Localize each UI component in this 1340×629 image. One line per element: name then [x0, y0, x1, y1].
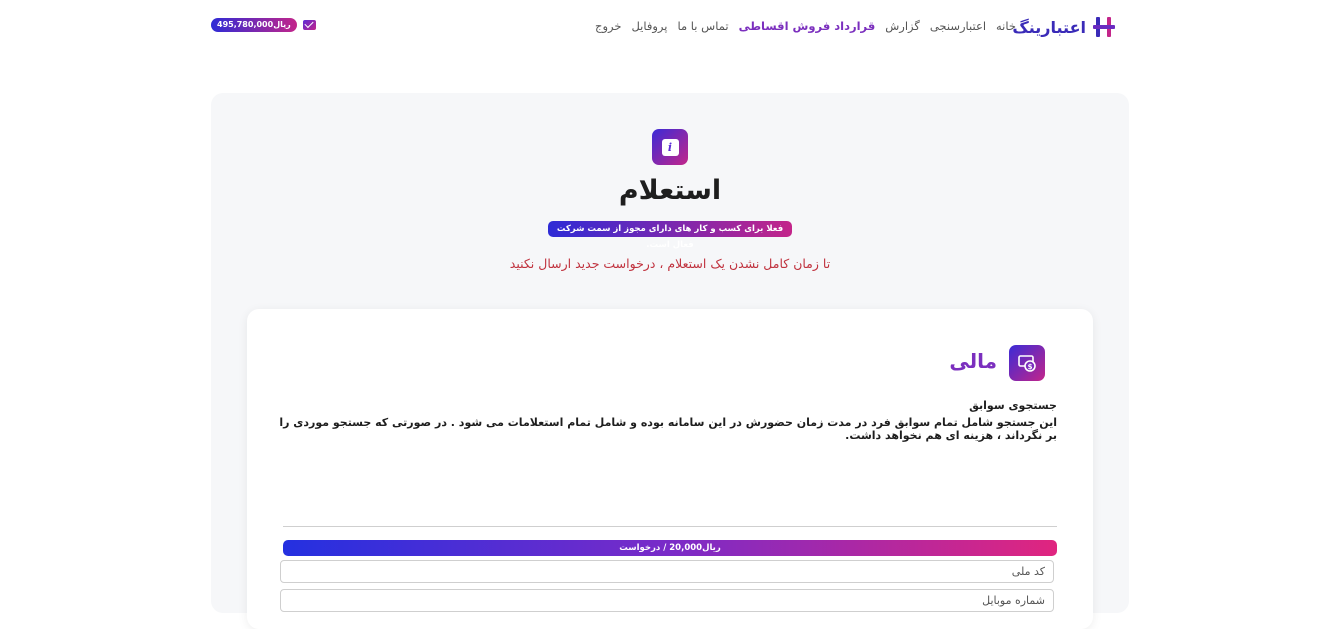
nav-item-credit-check[interactable]: اعتبارسنجی [930, 19, 986, 33]
mail-icon[interactable] [302, 20, 316, 30]
notice-badge: فعلا برای کسب و کار های دارای مجوز از سم… [548, 221, 792, 250]
info-icon: i [652, 129, 688, 165]
card-title: مالی [949, 349, 997, 373]
price-badge: ریال20,000 / درخواست [283, 540, 1057, 556]
divider [283, 526, 1057, 527]
page-title: استعلام [618, 175, 722, 206]
logo-mark-icon [1093, 17, 1115, 37]
financial-card: $ مالی جستجوی سوابق این جستجو شامل تمام … [247, 309, 1093, 629]
mobile-number-input[interactable] [280, 589, 1054, 612]
main-menu: خانه اعتبارسنجی گزارش قرارداد فروش اقساط… [595, 19, 1016, 33]
brand-logo[interactable]: اعتبارینگ [1012, 15, 1116, 39]
card-subheading: جستجوی سوابق [969, 399, 1057, 412]
wallet-balance-badge[interactable]: 495,780,000ریال [211, 18, 297, 32]
nav-item-report[interactable]: گزارش [885, 19, 920, 33]
warning-text: تا زمان کامل نشدن یک استعلام ، درخواست ج… [509, 256, 831, 271]
card-description: این جستجو شامل تمام سوابق فرد در مدت زما… [279, 416, 1057, 442]
money-icon: $ [1009, 345, 1045, 381]
top-navbar: اعتبارینگ خانه اعتبارسنجی گزارش قرارداد … [0, 0, 1340, 56]
nav-item-contact[interactable]: تماس با ما [677, 19, 728, 33]
money-glyph-icon: $ [1018, 355, 1036, 372]
nav-item-logout[interactable]: خروج [595, 19, 621, 33]
inquiry-panel: i استعلام فعلا برای کسب و کار های دارای … [211, 93, 1129, 629]
info-glyph: i [661, 138, 679, 156]
nav-item-home[interactable]: خانه [996, 19, 1016, 33]
nav-item-profile[interactable]: پروفایل [631, 19, 667, 33]
national-code-input[interactable] [280, 560, 1054, 583]
svg-text:$: $ [1028, 363, 1033, 371]
nav-item-installment-contract[interactable]: قرارداد فروش اقساطی [739, 19, 876, 33]
brand-name: اعتبارینگ [1012, 17, 1086, 37]
wallet: 495,780,000ریال [211, 18, 316, 32]
